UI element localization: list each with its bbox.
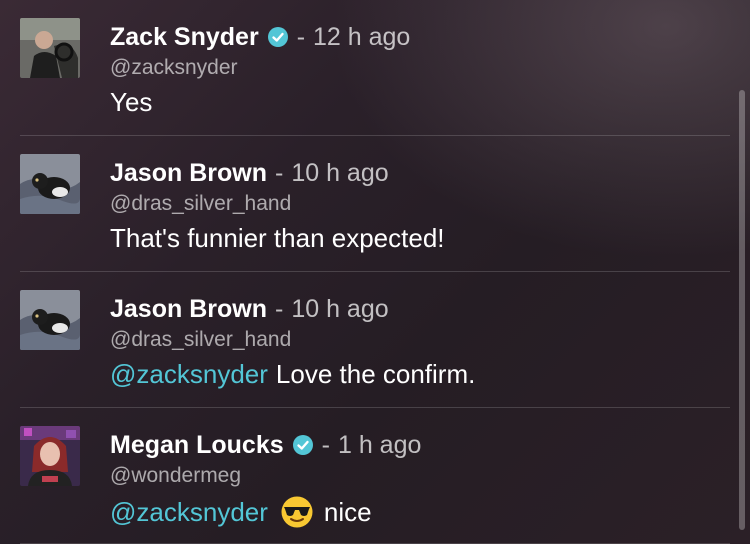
author-handle[interactable]: @dras_silver_hand [110,328,291,352]
author-name[interactable]: Zack Snyder [110,23,259,52]
comment-header: Megan Loucks - 1 h ago [110,427,421,463]
separator: - [296,22,306,51]
author-name[interactable]: Megan Loucks [110,431,284,460]
comments-feed: Zack Snyder - 12 h ago @zacksnyder Yes J… [0,0,730,544]
comment-text: That's funnier than expected! [110,223,445,254]
comment-header: Jason Brown - 10 h ago [110,155,389,191]
timestamp: 12 h ago [313,22,411,51]
comment-item: Zack Snyder - 12 h ago @zacksnyder Yes [0,0,730,136]
sunglasses-emoji-icon [280,495,314,529]
comment-text: Yes [110,87,152,118]
author-name[interactable]: Jason Brown [110,295,267,324]
separator: - [274,158,284,187]
verified-check-icon [292,434,314,456]
scrollbar[interactable] [739,90,745,530]
mention-link[interactable]: @zacksnyder [110,359,268,390]
author-handle[interactable]: @wondermeg [110,464,241,488]
comment-body: Yes [110,87,153,117]
comment-item: Jason Brown - 10 h ago @dras_silver_hand… [0,272,730,408]
timestamp: 10 h ago [291,294,389,323]
timestamp: 1 h ago [337,430,422,459]
comment-item: Jason Brown - 10 h ago @dras_silver_hand… [0,136,730,272]
avatar[interactable] [20,290,80,350]
comment-header: Jason Brown - 10 h ago [110,291,389,327]
author-name[interactable]: Jason Brown [110,159,267,188]
separator: - [274,294,284,323]
timestamp: 10 h ago [291,158,389,187]
separator: - [321,430,330,459]
avatar[interactable] [20,426,80,486]
comment-body: nice [323,496,372,527]
comment-body: That's funnier than expected! [110,223,445,253]
avatar[interactable] [20,18,80,78]
comment-item: Megan Loucks - 1 h ago @wondermeg @zacks… [0,408,730,544]
avatar[interactable] [20,154,80,214]
comment-text: @zacksnyder Love the confirm. [110,359,475,390]
comment-header: Zack Snyder - 12 h ago [110,19,410,55]
author-handle[interactable]: @zacksnyder [110,56,238,80]
comment-text: @zacksnyder nice [110,495,372,529]
comment-body: Love the confirm. [275,359,476,389]
verified-check-icon [267,26,289,48]
author-handle[interactable]: @dras_silver_hand [110,192,291,216]
mention-link[interactable]: @zacksnyder [110,497,268,528]
